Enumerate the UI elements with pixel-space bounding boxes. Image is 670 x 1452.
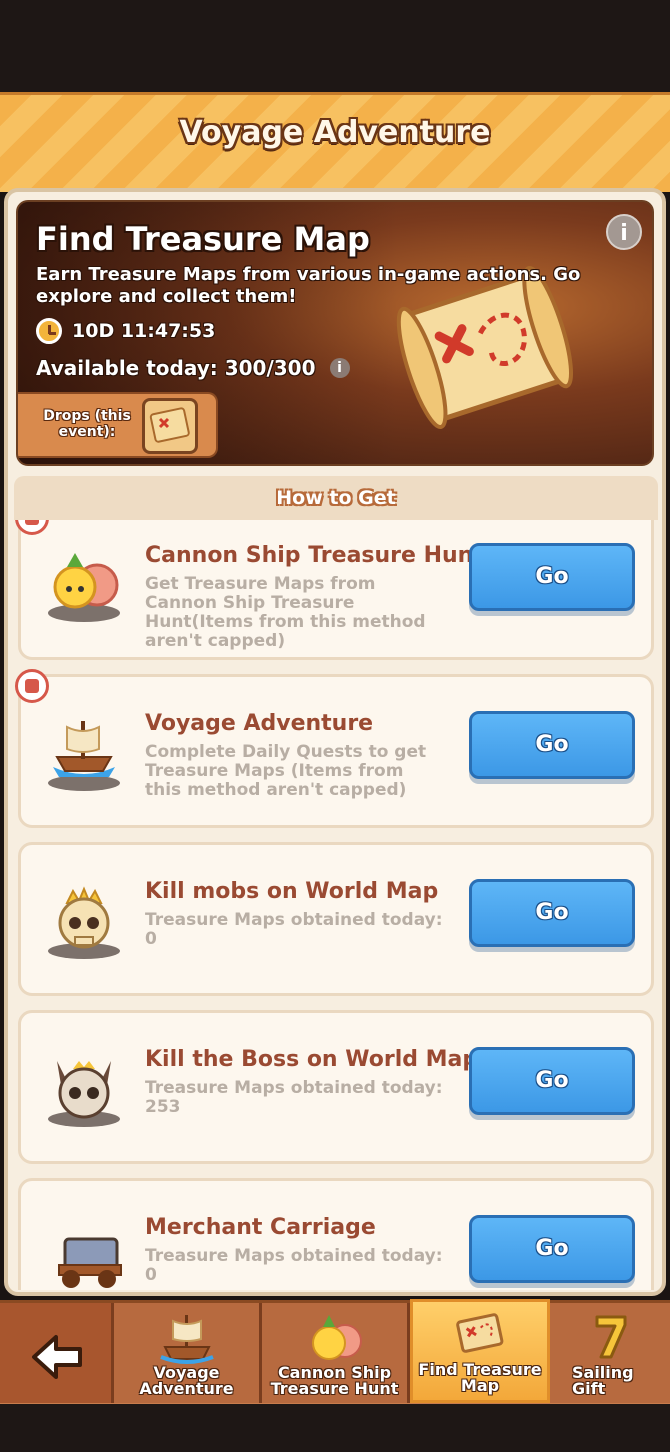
tab-label: Cannon Ship Treasure Hunt [270,1363,399,1398]
clock-icon [36,318,62,344]
tab-label: Find Treasure Map [418,1360,542,1395]
event-header: Voyage Adventure [0,92,670,192]
page-title: Voyage Adventure [179,115,491,150]
ship-icon [159,1315,214,1364]
event-timer: 10D 11:47:53 [36,318,215,344]
number-seven-icon [595,1315,627,1359]
method-title: Voyage Adventure [145,711,374,736]
tab-label: Sailing Gift [572,1363,634,1398]
crowned-skull-icon [48,886,120,959]
screen: Voyage Adventure Find Treasure Map Earn … [0,0,670,1452]
tab-label: Voyage Adventure [139,1363,234,1398]
methods-list[interactable]: Cannon Ship Treasure Hunt Get Treasure M… [14,520,658,1290]
status-bar [0,0,670,92]
availability-text: Available today: 300/300 [36,356,316,380]
content-panel: Find Treasure Map Earn Treasure Maps fro… [4,188,666,1296]
back-arrow-icon [32,1335,82,1379]
method-description: Treasure Maps obtained today: 0 [145,910,443,949]
banner-title: Find Treasure Map [36,220,370,258]
tab-sailing-gift[interactable]: Sailing Gift [550,1303,670,1403]
method-title: Kill the Boss on World Map [145,1047,479,1072]
method-title: Cannon Ship Treasure Hunt [145,543,484,568]
drops-panel: Drops (this event): [18,392,218,458]
treasure-map-icon [149,407,190,443]
recommended-thumb-icon [15,520,49,535]
banner-description: Earn Treasure Maps from various in-game … [36,264,581,307]
ship-icon [48,721,120,791]
tab-cannon-ship-treasure-hunt[interactable]: Cannon Ship Treasure Hunt [262,1303,410,1403]
method-card-kill-mobs: Kill mobs on World Map Treasure Maps obt… [18,842,654,996]
event-banner: Find Treasure Map Earn Treasure Maps fro… [16,200,654,466]
system-nav-bar [0,1404,670,1452]
fruit-octopus-icon [48,553,120,622]
go-button[interactable]: Go [469,1215,635,1283]
go-button[interactable]: Go [469,711,635,779]
carriage-icon [58,1237,122,1288]
go-button[interactable]: Go [469,1047,635,1115]
method-card-kill-boss: Kill the Boss on World Map Treasure Maps… [18,1010,654,1164]
back-button[interactable] [0,1303,114,1403]
method-card-voyage-adventure: Voyage Adventure Complete Daily Quests t… [15,669,654,828]
go-button[interactable]: Go [469,543,635,611]
go-button[interactable]: Go [469,879,635,947]
event-info-icon[interactable]: i [606,214,642,250]
how-to-get-title: How to Get [276,487,396,509]
drop-item-treasure-map[interactable] [142,398,198,454]
tab-voyage-adventure[interactable]: Voyage Adventure [114,1303,262,1403]
bottom-nav: Voyage Adventure Cannon Ship Treasure Hu… [0,1299,670,1404]
tab-find-treasure-map[interactable]: Find Treasure Map [410,1299,550,1403]
drops-label: Drops (this event): [43,408,131,440]
recommended-thumb-icon [15,669,49,703]
method-description: Complete Daily Quests to get Treasure Ma… [145,742,427,800]
method-title: Kill mobs on World Map [145,879,439,904]
horned-skull-icon [48,1061,120,1127]
method-description: Treasure Maps obtained today: 253 [145,1078,443,1117]
method-description: Get Treasure Maps from Cannon Ship Treas… [145,574,426,651]
timer-text: 10D 11:47:53 [72,320,216,342]
fruit-octopus-icon [311,1315,362,1360]
daily-availability: Available today: 300/300 i [36,356,350,380]
method-card-cannon-ship: Cannon Ship Treasure Hunt Get Treasure M… [15,520,654,660]
how-to-get-header: How to Get [14,476,658,520]
info-icon[interactable]: i [329,358,350,378]
method-description: Treasure Maps obtained today: 0 [145,1246,443,1285]
method-card-merchant-carriage: Merchant Carriage Treasure Maps obtained… [18,1178,654,1290]
method-title: Merchant Carriage [145,1215,376,1240]
treasure-map-icon [456,1313,504,1353]
